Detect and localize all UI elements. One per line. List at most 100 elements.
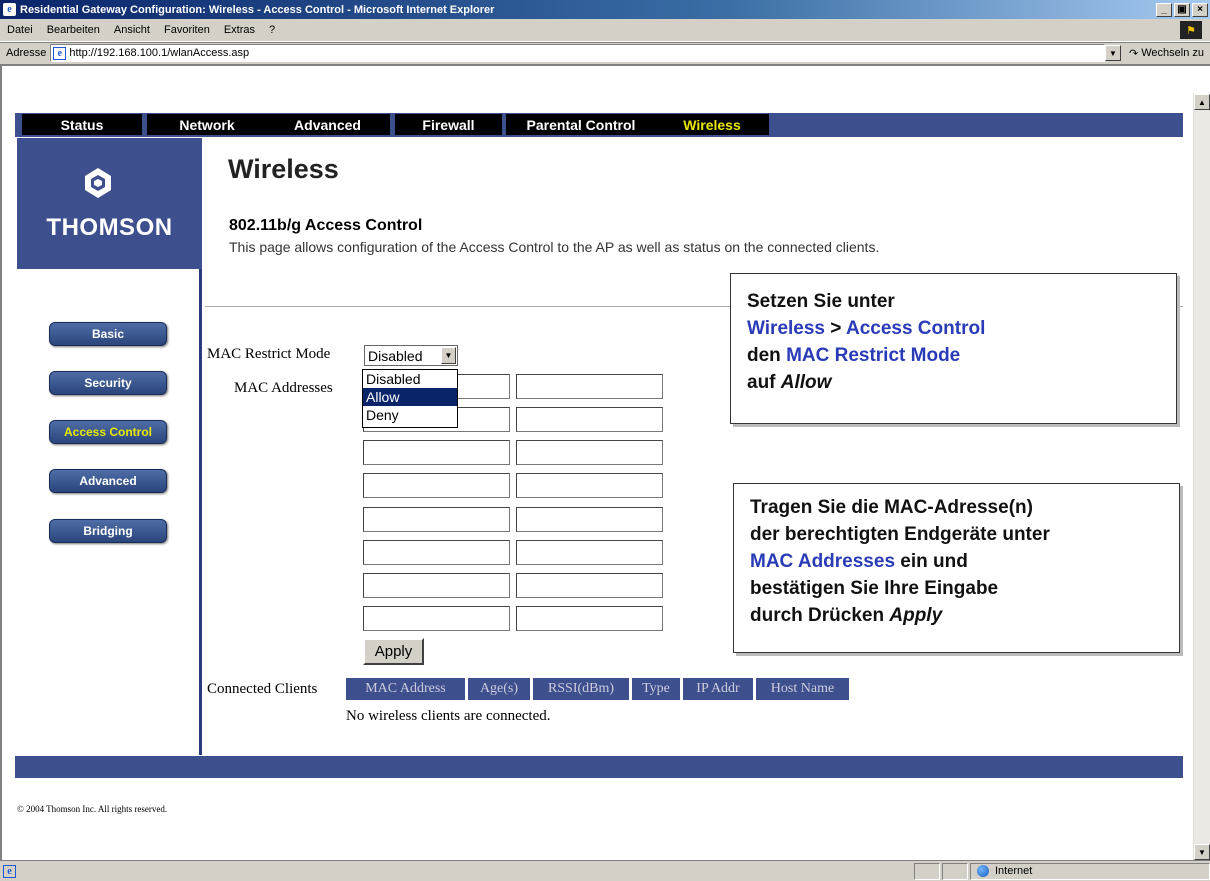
- status-panel: [942, 862, 968, 880]
- tab-parental-control[interactable]: Parental Control: [506, 114, 656, 135]
- callout-text: den: [747, 345, 781, 366]
- callout-line: den MAC Restrict Mode: [747, 342, 1160, 369]
- column-header-type: Type: [632, 678, 680, 700]
- callout-italic: Apply: [889, 605, 943, 626]
- callout-line: Tragen Sie die MAC-Adresse(n): [750, 497, 1033, 518]
- copyright-text: © 2004 Thomson Inc. All rights reserved.: [17, 804, 168, 814]
- mac-addresses-label: MAC Addresses: [234, 380, 333, 396]
- callout-text: durch Drücken: [750, 605, 885, 626]
- sidebar-item-access-control[interactable]: Access Control: [49, 420, 167, 444]
- mac-address-field[interactable]: [516, 606, 663, 631]
- sidebar-item-advanced[interactable]: Advanced: [49, 469, 167, 493]
- menu-extras[interactable]: Extras: [217, 24, 262, 36]
- menu-bar: Datei Bearbeiten Ansicht Favoriten Extra…: [0, 19, 1210, 42]
- callout-text: ein und: [900, 551, 968, 572]
- callout-line: Wireless > Access Control: [747, 315, 1160, 342]
- page-description: This page allows configuration of the Ac…: [229, 239, 880, 255]
- sidebar-item-basic[interactable]: Basic: [49, 322, 167, 346]
- column-header-rssi: RSSI(dBm): [533, 678, 629, 700]
- mac-address-field[interactable]: [516, 407, 663, 432]
- tab-status[interactable]: Status: [22, 114, 142, 135]
- apply-button[interactable]: Apply: [363, 638, 424, 665]
- chevron-down-icon[interactable]: ▼: [441, 347, 456, 364]
- window-title-bar: e Residential Gateway Configuration: Wir…: [0, 0, 1210, 19]
- page-subtitle: 802.11b/g Access Control: [229, 217, 423, 234]
- close-button[interactable]: ×: [1192, 2, 1208, 17]
- callout-keyword: Access Control: [845, 318, 986, 339]
- mac-address-field[interactable]: [363, 573, 510, 598]
- zone-label: Internet: [995, 865, 1033, 877]
- page-icon: e: [3, 864, 16, 878]
- go-arrow-icon: ↷: [1129, 47, 1139, 60]
- address-label: Adresse: [6, 47, 47, 59]
- menu-help[interactable]: ?: [262, 24, 282, 36]
- maximize-button[interactable]: ▣: [1174, 2, 1190, 17]
- option-disabled[interactable]: Disabled: [363, 370, 457, 388]
- mac-address-field[interactable]: [516, 507, 663, 532]
- page-title: Wireless: [228, 154, 339, 184]
- callout-line: Setzen Sie unter: [747, 291, 895, 312]
- callout-line: bestätigen Sie Ihre Eingabe: [750, 578, 999, 599]
- page-icon: e: [53, 46, 67, 60]
- column-header-age: Age(s): [468, 678, 530, 700]
- mac-address-field[interactable]: [363, 440, 510, 465]
- scroll-down-icon[interactable]: ▼: [1194, 844, 1210, 860]
- connected-clients-label: Connected Clients: [207, 681, 318, 697]
- menu-ansicht[interactable]: Ansicht: [107, 24, 157, 36]
- address-field[interactable]: e http://192.168.100.1/wlanAccess.asp: [50, 44, 1105, 62]
- mac-address-field[interactable]: [516, 473, 663, 498]
- mac-restrict-mode-select[interactable]: Disabled ▼: [364, 345, 458, 366]
- go-label: Wechseln zu: [1141, 47, 1204, 59]
- column-header-ip-addr: IP Addr: [683, 678, 753, 700]
- tab-wireless[interactable]: Wireless: [655, 114, 769, 135]
- callout-keyword: MAC Restrict Mode: [786, 345, 961, 366]
- mac-address-field[interactable]: [516, 374, 663, 399]
- address-bar: Adresse e http://192.168.100.1/wlanAcces…: [0, 42, 1210, 63]
- option-allow[interactable]: Allow: [363, 388, 457, 406]
- tab-advanced[interactable]: Advanced: [265, 114, 390, 135]
- callout-keyword: Wireless: [747, 318, 825, 339]
- column-header-mac-address: MAC Address: [346, 678, 465, 700]
- globe-icon: [977, 865, 989, 877]
- address-url: http://192.168.100.1/wlanAccess.asp: [69, 47, 250, 59]
- vertical-scrollbar[interactable]: ▲ ▼: [1193, 94, 1210, 860]
- address-dropdown-icon[interactable]: ▼: [1105, 45, 1121, 61]
- mac-address-field[interactable]: [516, 440, 663, 465]
- internet-explorer-icon: e: [3, 3, 16, 16]
- mac-address-field[interactable]: [363, 507, 510, 532]
- security-zone: Internet: [970, 862, 1210, 880]
- mac-address-field[interactable]: [516, 573, 663, 598]
- no-clients-message: No wireless clients are connected.: [346, 708, 551, 724]
- menu-datei[interactable]: Datei: [0, 24, 40, 36]
- minimize-button[interactable]: _: [1156, 2, 1172, 17]
- sidebar-item-bridging[interactable]: Bridging: [49, 519, 167, 543]
- callout-set-mode: Setzen Sie unter Wireless > Access Contr…: [730, 273, 1177, 424]
- callout-text: auf: [747, 372, 776, 393]
- column-header-host-name: Host Name: [756, 678, 849, 700]
- tab-firewall[interactable]: Firewall: [395, 114, 502, 135]
- go-button[interactable]: ↷ Wechseln zu: [1121, 47, 1210, 60]
- callout-keyword: MAC Addresses: [750, 551, 896, 572]
- menu-favoriten[interactable]: Favoriten: [157, 24, 217, 36]
- callout-enter-addresses: Tragen Sie die MAC-Adresse(n) der berech…: [733, 483, 1180, 653]
- brand-logo: THOMSON: [17, 138, 202, 269]
- tab-network[interactable]: Network: [147, 114, 267, 135]
- callout-italic: Allow: [780, 372, 832, 393]
- sidebar-item-security[interactable]: Security: [49, 371, 167, 395]
- top-navigation: Status Network Advanced Firewall Parenta…: [15, 113, 1183, 137]
- windows-logo-icon: ⚑: [1180, 21, 1202, 39]
- scroll-up-icon[interactable]: ▲: [1194, 94, 1210, 110]
- callout-line: MAC Addresses ein und: [750, 548, 1163, 575]
- mac-address-field[interactable]: [516, 540, 663, 565]
- mac-address-field[interactable]: [363, 606, 510, 631]
- footer-bar: [15, 756, 1183, 778]
- mac-restrict-mode-label: MAC Restrict Mode: [207, 346, 331, 362]
- thomson-logo-icon: [85, 168, 111, 198]
- menu-bearbeiten[interactable]: Bearbeiten: [40, 24, 107, 36]
- option-deny[interactable]: Deny: [363, 406, 457, 424]
- callout-separator: >: [830, 318, 842, 339]
- mac-address-field[interactable]: [363, 540, 510, 565]
- mac-address-field[interactable]: [363, 473, 510, 498]
- sidebar: THOMSON Basic Security Access Control Ad…: [17, 138, 202, 755]
- window-title: Residential Gateway Configuration: Wirel…: [20, 3, 495, 16]
